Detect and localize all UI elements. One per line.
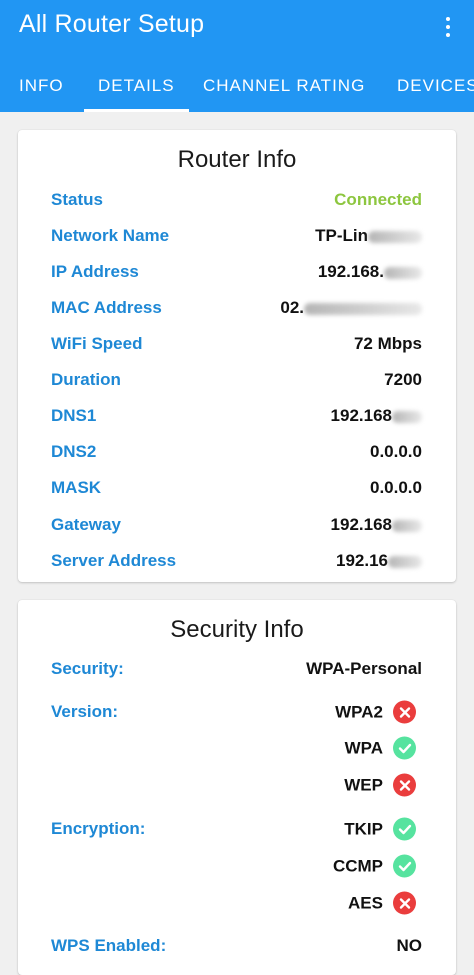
security-info-card: Security Info Security: WPA-Personal Ver… <box>18 600 456 975</box>
check-circle-icon <box>393 736 416 760</box>
check-circle-icon <box>393 817 416 841</box>
app-title: All Router Setup <box>19 10 205 38</box>
encryption-name: TKIP <box>344 819 383 838</box>
version-item-wep: WEP <box>344 773 416 797</box>
dns2-value: 0.0.0.0 <box>370 442 422 461</box>
router-info-card: Router Info Status Connected Network Nam… <box>18 130 456 582</box>
version-name: WEP <box>344 775 383 794</box>
mac-address-value: 02. <box>280 298 304 317</box>
network-name-label: Network Name <box>51 226 170 245</box>
cross-circle-icon <box>393 700 416 724</box>
redacted-blur <box>392 410 422 423</box>
encryption-label: Encryption: <box>51 819 146 838</box>
dns1-value-row: 192.168 <box>331 406 422 426</box>
version-label: Version: <box>51 702 119 721</box>
security-info-title: Security Info <box>170 616 304 643</box>
tab-channel-rating[interactable]: CHANNEL RATING <box>203 66 365 112</box>
version-item-wpa: WPA <box>344 736 416 760</box>
tab-info[interactable]: INFO <box>19 66 64 112</box>
redacted-blur <box>368 230 422 243</box>
status-value: Connected <box>334 190 422 209</box>
network-name-value: TP-Lin <box>315 226 368 245</box>
tab-devices[interactable]: DEVICES <box>397 66 474 112</box>
cross-circle-icon <box>393 891 416 915</box>
server-address-label: Server Address <box>51 551 177 570</box>
mac-address-label: MAC Address <box>51 298 162 317</box>
gateway-value-row: 192.168 <box>331 515 422 535</box>
router-info-title: Router Info <box>177 146 297 173</box>
cross-circle-icon <box>393 773 416 797</box>
duration-value: 7200 <box>384 370 422 389</box>
wifi-speed-value: 72 Mbps <box>353 334 422 353</box>
ip-address-value: 192.168. <box>317 262 384 281</box>
tab-bar: INFO DETAILS CHANNEL RATING DEVICES <box>0 66 474 112</box>
ip-address-label: IP Address <box>51 262 139 281</box>
status-label: Status <box>51 190 103 209</box>
encryption-item-ccmp: CCMP <box>332 854 416 878</box>
redacted-blur <box>384 266 422 279</box>
version-name: WPA2 <box>335 702 383 721</box>
mac-address-value-row: 02. <box>280 298 422 318</box>
check-circle-icon <box>393 854 416 878</box>
redacted-blur <box>392 519 422 532</box>
redacted-blur <box>388 555 422 568</box>
wifi-speed-label: WiFi Speed <box>51 334 143 353</box>
dns2-label: DNS2 <box>51 442 97 461</box>
ip-address-value-row: 192.168. <box>318 262 422 282</box>
server-address-value: 192.16 <box>336 551 388 570</box>
version-item-wpa2: WPA2 <box>335 700 416 724</box>
duration-label: Duration <box>51 370 121 389</box>
mask-value: 0.0.0.0 <box>370 478 422 497</box>
wps-enabled-value: NO <box>396 936 423 955</box>
more-vert-icon[interactable] <box>438 13 458 41</box>
encryption-item-aes: AES <box>348 891 416 915</box>
redacted-blur <box>304 302 422 315</box>
security-label: Security: <box>51 659 124 678</box>
security-value: WPA-Personal <box>306 659 422 678</box>
encryption-name: CCMP <box>332 856 383 875</box>
network-name-value-row: TP-Lin <box>315 226 422 246</box>
mask-label: MASK <box>51 478 102 497</box>
server-address-value-row: 192.16 <box>336 551 422 571</box>
dns1-label: DNS1 <box>51 406 97 425</box>
encryption-name: AES <box>348 893 383 912</box>
version-name: WPA <box>344 738 383 757</box>
wps-enabled-label: WPS Enabled: <box>51 936 167 955</box>
gateway-label: Gateway <box>51 515 121 534</box>
app-bar: All Router Setup INFO DETAILS CHANNEL RA… <box>0 0 474 112</box>
gateway-value: 192.168 <box>330 515 392 534</box>
encryption-item-tkip: TKIP <box>344 817 416 841</box>
tab-details[interactable]: DETAILS <box>84 66 189 112</box>
dns1-value: 192.168 <box>330 406 392 425</box>
